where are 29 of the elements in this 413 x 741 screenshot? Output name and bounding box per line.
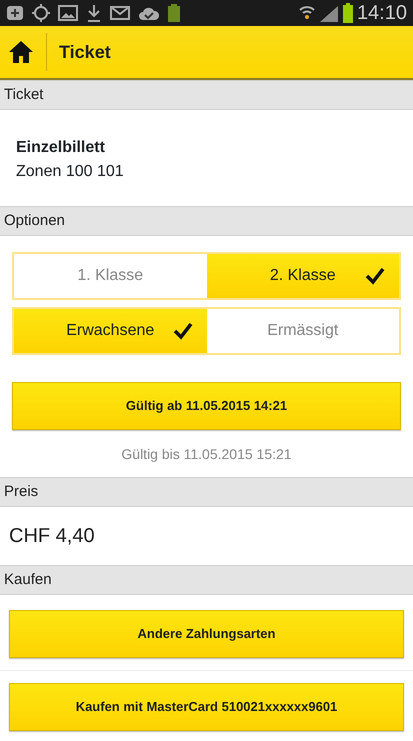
clock: 14:10 xyxy=(356,1,407,26)
section-heading: Optionen xyxy=(0,206,413,236)
option-toggle[interactable]: 2. Klasse xyxy=(206,254,399,298)
home-button[interactable] xyxy=(8,40,34,64)
mail-icon xyxy=(110,5,130,21)
battery-icon xyxy=(168,4,180,22)
ticket-zones: Zonen 100 101 xyxy=(16,162,125,182)
check-icon xyxy=(365,267,385,285)
signal-icon xyxy=(318,4,339,22)
page-title: Ticket xyxy=(59,40,111,64)
battery-icon xyxy=(342,3,353,23)
wifi-icon xyxy=(298,4,315,22)
section-heading: Preis xyxy=(0,477,413,507)
valid-until-text: Gültig bis 11.05.2015 15:21 xyxy=(120,445,293,464)
valid-from-button[interactable]: Gültig ab 11.05.2015 14:21 xyxy=(12,382,401,430)
option-toggle[interactable]: Erwachsene xyxy=(14,309,206,353)
section-heading: Ticket xyxy=(0,80,413,110)
ticket-name: Einzelbillett xyxy=(16,138,106,158)
home-icon xyxy=(8,40,34,64)
plus-icon xyxy=(6,5,24,21)
check-icon xyxy=(172,322,192,340)
price-text: CHF 4,40 xyxy=(8,524,96,549)
download-icon xyxy=(86,4,102,22)
payment-button[interactable]: Kaufen mit MasterCard 510021xxxxxx9601 xyxy=(9,683,404,731)
section-heading: Kaufen xyxy=(0,565,413,595)
cloud-check-icon xyxy=(138,5,160,21)
payment-button[interactable]: Andere Zahlungsarten xyxy=(9,610,404,658)
crosshair-icon xyxy=(32,4,50,22)
image-icon xyxy=(58,5,78,21)
